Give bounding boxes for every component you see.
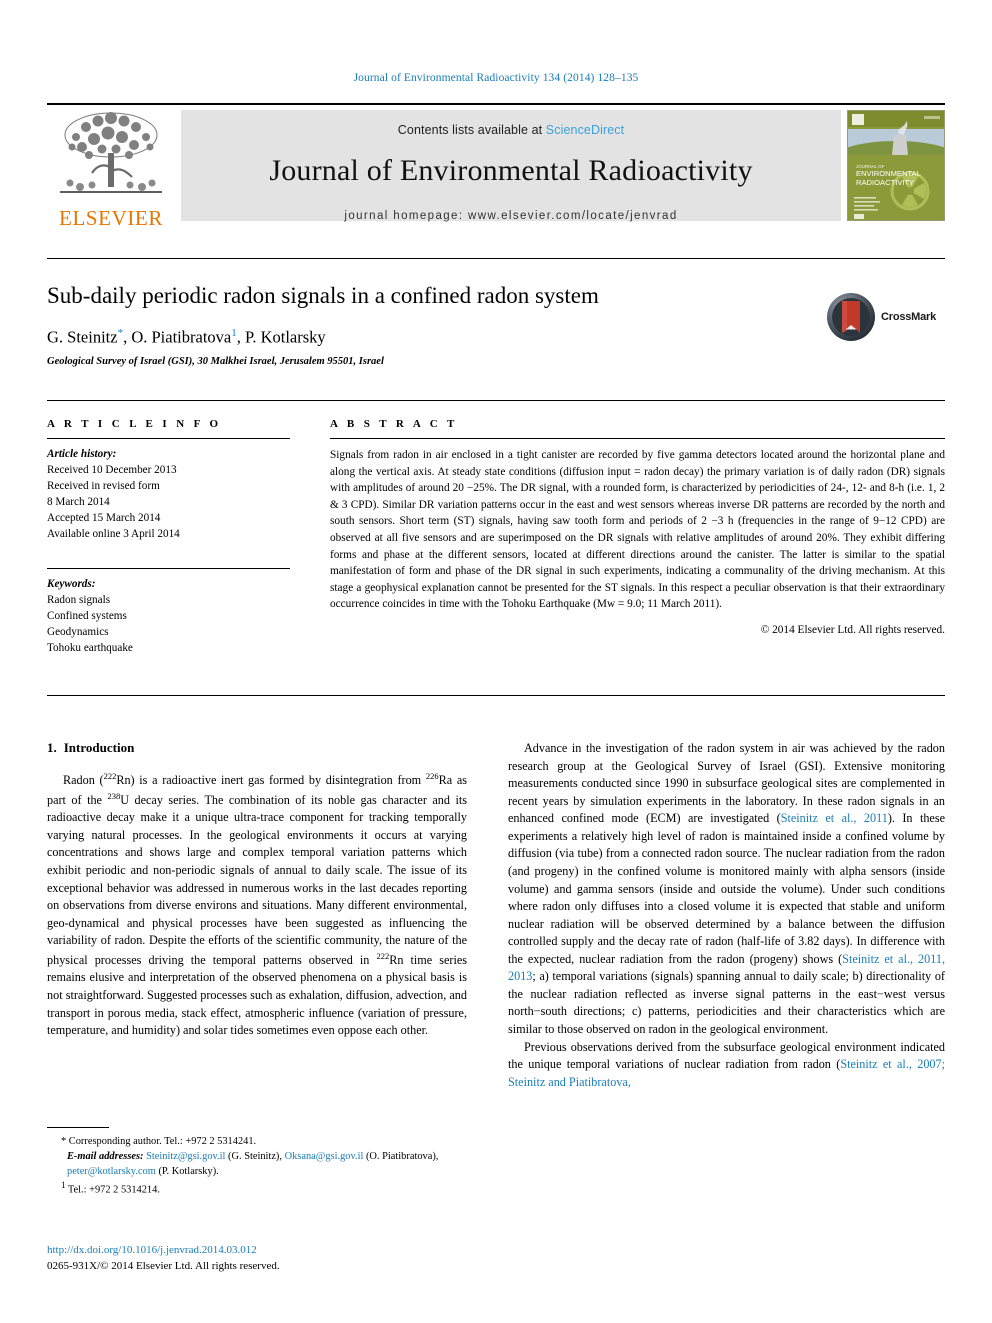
crossmark-badge[interactable]: CrossMark (825, 288, 945, 346)
article-info-heading: A R T I C L E I N F O (47, 418, 222, 430)
abstract-rule (330, 438, 945, 439)
author-list: G. Steinitz*, O. Piatibratova1, P. Kotla… (47, 327, 807, 348)
article-history-label: Article history: (47, 448, 117, 460)
author-separator-2: , (236, 327, 245, 347)
isotope-superscript: 222 (376, 950, 390, 961)
elsevier-wordmark: ELSEVIER (59, 206, 163, 230)
journal-title: Journal of Environmental Radioactivity (269, 154, 753, 187)
footnote-1-marker: 1 (61, 1180, 66, 1191)
intro-paragraph-left: Radon (222Rn) is a radioactive inert gas… (47, 770, 467, 1040)
crossmark-icon (827, 293, 875, 341)
keywords-rule (47, 568, 290, 570)
keyword-item: Geodynamics (47, 626, 109, 639)
crossmark-label: CrossMark (881, 311, 937, 323)
email-owner-2: (O. Piatibratova), (365, 1150, 439, 1162)
section-number: 1. (47, 740, 57, 755)
article-title: Sub-daily periodic radon signals in a co… (47, 283, 599, 308)
abstract-column: A B S T R A C T Signals from radon in ai… (330, 418, 945, 636)
intro-right-text-b: ). In these experiments a relatively hig… (508, 811, 945, 966)
keyword-item: Confined systems (47, 610, 127, 623)
keywords-label: Keywords: (47, 578, 96, 591)
body-column-right: Advance in the investigation of the rado… (508, 740, 945, 1091)
history-item: Received in revised form (47, 479, 160, 492)
section-heading-introduction: 1. Introduction (47, 740, 467, 756)
corresponding-author-note: * Corresponding author. Tel.: +972 2 531… (61, 1136, 257, 1147)
isotope-superscript: 222 (103, 771, 117, 781)
email-link-3[interactable]: peter@kotlarsky.com (67, 1166, 156, 1177)
info-abstract-top-rule (47, 400, 945, 401)
intro-text-d: U decay series. The combination of its n… (47, 792, 467, 967)
email-owner-1: (G. Steinitz), (228, 1150, 282, 1162)
masthead-center-band: Contents lists available at ScienceDirec… (181, 110, 841, 222)
abstract-copyright: © 2014 Elsevier Ltd. All rights reserved… (760, 623, 945, 636)
email-label: E-mail addresses: (67, 1150, 144, 1162)
elsevier-tree-icon (56, 109, 166, 201)
doi-block: http://dx.doi.org/10.1016/j.jenvrad.2014… (47, 1243, 487, 1275)
history-item: Available online 3 April 2014 (47, 527, 180, 540)
keyword-item: Radon signals (47, 594, 111, 607)
isotope-superscript: 226 (425, 771, 439, 781)
journal-cover-thumbnail: JOURNAL OF ENVIRONMENTAL RADIOACTIVITY (847, 110, 945, 221)
intro-text-a: Radon ( (63, 773, 104, 788)
citation-link[interactable]: Steinitz et al., 2011 (781, 811, 888, 825)
footnote-1: 1 Tel.: +972 2 5314214. (47, 1179, 467, 1198)
keyword-item: Tohoku earthquake (47, 642, 133, 655)
abstract-heading: A B S T R A C T (330, 418, 458, 430)
contents-available-line: Contents lists available at ScienceDirec… (181, 110, 841, 137)
isotope-superscript: 238 (107, 790, 121, 801)
running-head: Journal of Environmental Radioactivity 1… (353, 72, 639, 84)
article-page: Journal of Environmental Radioactivity 1… (0, 0, 992, 1323)
footnote-1-text: Tel.: +972 2 5314214. (67, 1184, 160, 1196)
history-item: Received 10 December 2013 (47, 463, 177, 476)
history-item: 8 March 2014 (47, 495, 110, 508)
email-link-1[interactable]: Steinitz@gsi.gov.il (146, 1151, 225, 1162)
intro-text-b: Rn) is a radioactive inert gas formed by… (116, 773, 426, 788)
journal-masthead: ELSEVIER Contents lists available at Sci… (47, 103, 945, 230)
history-item: Accepted 15 March 2014 (47, 511, 161, 524)
article-history-block: Article history: Received 10 December 20… (47, 447, 290, 542)
abstract-bottom-rule (47, 695, 945, 696)
intro-paragraph-right-2: Previous observations derived from the s… (508, 1039, 945, 1092)
author-3: P. Kotlarsky (244, 327, 326, 347)
intro-paragraph-right-1: Advance in the investigation of the rado… (508, 740, 945, 1039)
journal-homepage-link[interactable]: journal homepage: www.elsevier.com/locat… (181, 210, 841, 222)
author-2: O. Piatibratova (131, 327, 232, 347)
email-link-2[interactable]: Oksana@gsi.gov.il (285, 1151, 364, 1162)
svg-text:ENVIRONMENTAL: ENVIRONMENTAL (856, 169, 921, 178)
footnote-rule (47, 1127, 109, 1128)
section-title: Introduction (63, 740, 135, 755)
affiliation: Geological Survey of Israel (GSI), 30 Ma… (47, 356, 384, 367)
article-info-rule (47, 438, 290, 439)
email-owner-3: (P. Kotlarsky). (158, 1165, 219, 1177)
body-column-left: 1. Introduction Radon (222Rn) is a radioa… (47, 740, 467, 1040)
title-divider (47, 258, 945, 259)
contents-prefix: Contents lists available at (397, 123, 546, 137)
footnote-area: * Corresponding author. Tel.: +972 2 531… (47, 1127, 467, 1199)
article-info-column: A R T I C L E I N F O Article history: R… (47, 418, 290, 657)
intro-right-text-c: ; a) temporal variations (signals) spann… (508, 969, 945, 1036)
elsevier-logo: ELSEVIER (47, 105, 175, 230)
email-addresses-note: E-mail addresses: Steinitz@gsi.gov.il (G… (47, 1150, 467, 1180)
doi-link[interactable]: http://dx.doi.org/10.1016/j.jenvrad.2014… (47, 1243, 487, 1259)
svg-text:RADIOACTIVITY: RADIOACTIVITY (856, 178, 914, 187)
sciencedirect-link[interactable]: ScienceDirect (546, 123, 624, 137)
keywords-block: Keywords: Radon signals Confined systems… (47, 577, 290, 657)
issn-copyright-line: 0265-931X/© 2014 Elsevier Ltd. All right… (47, 1259, 280, 1272)
abstract-text: Signals from radon in air enclosed in a … (330, 449, 945, 611)
author-1: G. Steinitz (47, 327, 118, 347)
